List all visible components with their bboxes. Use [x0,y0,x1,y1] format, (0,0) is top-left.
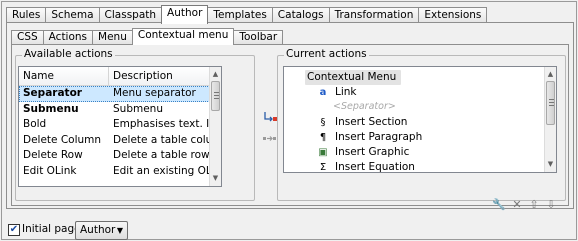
tree-item[interactable]: ¶ Insert Paragraph [317,130,422,145]
add-child-action-button[interactable] [262,131,278,145]
tree-item-label: Link [335,86,357,98]
editor-panel: Rules Schema Classpath Author Templates Catal… [1,1,577,240]
main-tab-bar: Rules Schema Classpath Author Templates Catal… [6,5,488,24]
tree-item-label: Insert Section [335,116,408,128]
tree-item[interactable]: ▣ Insert Graphic [317,145,409,160]
scroll-thumb[interactable] [211,81,220,111]
current-actions-title: Current actions [284,48,369,60]
column-header-description[interactable]: Description [109,67,210,86]
tree-scroll-thumb[interactable] [546,81,555,125]
tree-item[interactable]: <Separator> [333,100,396,115]
table-row[interactable]: Bold Emphasises text. Inserts [19,117,210,133]
table-row[interactable]: Delete Row Delete a table row [19,148,210,164]
action-description: Emphasises text. Inserts [113,118,210,130]
available-actions-table[interactable]: Name Description Separator Menu separator… [18,66,222,187]
add-child-icon [263,136,276,141]
subtab-actions[interactable]: Actions [42,30,94,45]
paragraph-icon: ¶ [319,132,327,143]
action-description: Delete a table row [113,149,210,161]
tree-item[interactable]: § Insert Section [317,115,408,130]
table-row[interactable]: Delete Column Delete a table column [19,133,210,149]
subtab-toolbar[interactable]: Toolbar [233,30,284,45]
action-description: Menu separator [113,87,196,99]
remove-action-button[interactable]: ✕ [510,198,524,212]
table-row[interactable]: Edit OLink Edit an existing OLink [19,164,210,180]
action-name: Bold [23,118,47,130]
tree-scroll-down-icon[interactable]: ▼ [545,159,556,170]
initial-page-value: Author [80,224,116,236]
action-description: Delete a table column [113,133,210,146]
table-row[interactable]: Submenu Submenu [19,102,210,118]
table-header: Name Description [19,67,210,86]
action-name: Separator [23,87,82,99]
add-action-button[interactable] [262,111,278,125]
tree-scroll-up-icon[interactable]: ▲ [545,69,556,80]
subtab-css[interactable]: CSS [11,30,44,45]
initial-page-checkbox[interactable]: ✔ [8,224,20,236]
arrow-down-icon: ⇩ [546,198,556,211]
edit-properties-button[interactable]: 🔧 [492,198,506,212]
action-description: Submenu [113,102,163,115]
move-up-button[interactable]: ⇧ [527,198,541,212]
graphic-icon: ▣ [318,147,328,158]
tree-item-label: Insert Paragraph [335,131,423,143]
remove-icon: ✕ [512,198,522,211]
table-vertical-scrollbar[interactable]: ▲ ▼ [209,67,221,186]
available-actions-title: Available actions [22,48,115,60]
initial-page-label: Initial page [22,223,81,235]
arrow-up-icon: ⇧ [529,198,539,211]
initial-page-select[interactable]: Author ▼ [75,221,128,240]
equation-icon: Σ [319,162,327,173]
link-icon: a [319,87,327,98]
sub-tab-bar: CSS Actions Menu Contextual menu Toolbar [11,28,284,45]
tree-item[interactable]: Σ Insert Equation [317,160,415,173]
subtab-menu[interactable]: Menu [92,30,133,45]
scroll-up-arrow-icon[interactable]: ▲ [210,69,221,80]
tab-author[interactable]: Author [161,5,209,24]
tree-root-contextual-menu[interactable]: Contextual Menu [305,70,402,85]
table-row[interactable]: Separator Menu separator [19,86,210,102]
action-name: Delete Column [23,133,102,146]
add-to-tree-icon [264,112,277,122]
action-name: Submenu [23,102,79,115]
action-name: Delete Row [23,149,83,161]
scroll-down-arrow-icon[interactable]: ▼ [210,173,221,184]
tree-item[interactable]: a Link [317,85,357,100]
current-actions-tree[interactable]: Contextual Menu a Link <Separator> § Insert … [283,66,557,173]
column-header-name[interactable]: Name [19,67,109,86]
contextual-menu-panel: Available actions Name Description Separ… [11,44,569,211]
dropdown-arrow-icon: ▼ [116,226,123,235]
wrench-icon: 🔧 [492,198,506,211]
tree-item-label: Insert Equation [335,161,415,173]
table-body: Separator Menu separator Submenu Submenu Bol… [19,86,210,179]
move-down-button[interactable]: ⇩ [544,198,558,212]
tree-item-label: Insert Graphic [335,146,410,158]
action-name: Edit OLink [23,164,77,177]
tree-vertical-scrollbar[interactable]: ▲ ▼ [544,67,556,172]
section-icon: § [320,117,326,128]
subtab-contextual-menu[interactable]: Contextual menu [131,28,235,45]
action-description: Edit an existing OLink [113,164,210,177]
tree-item-label: <Separator> [333,101,396,112]
author-tab-panel: CSS Actions Menu Contextual menu Toolbar Ava… [6,22,574,211]
